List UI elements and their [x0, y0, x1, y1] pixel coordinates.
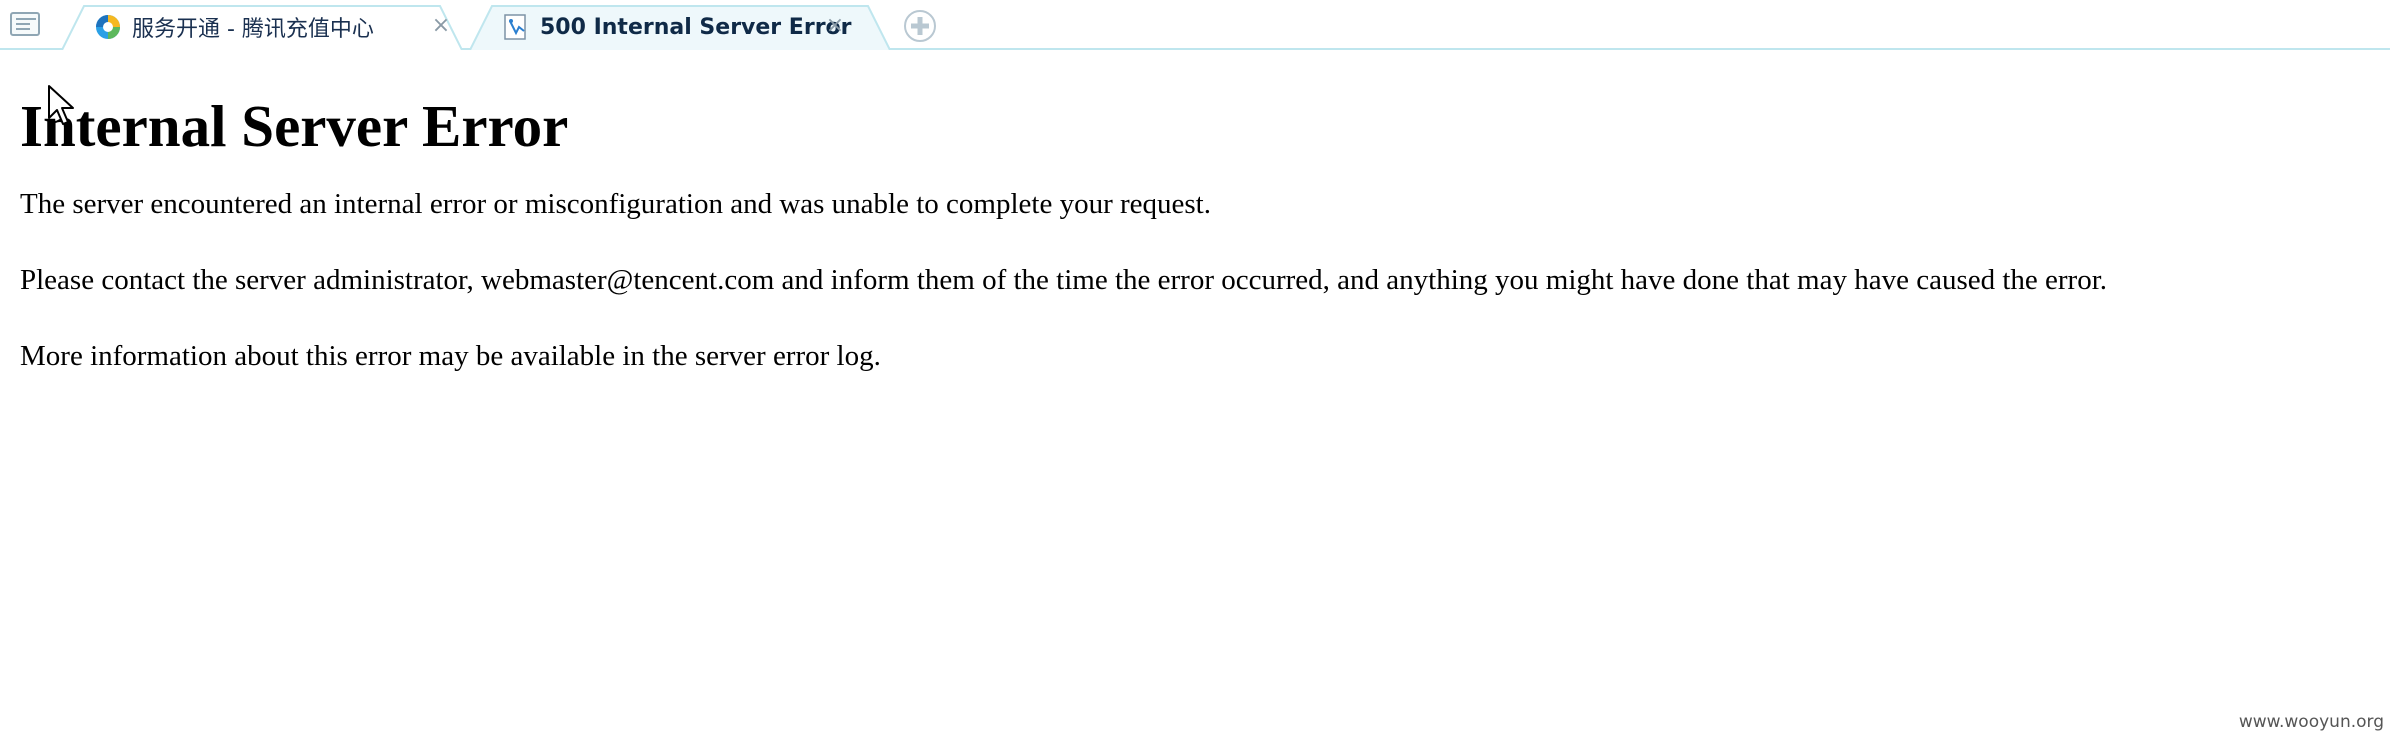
tab-bar: 服务开通 - 腾讯充值中心 × 500 Internal Server Erro… [0, 0, 2390, 50]
page-content: Internal Server Error The server encount… [20, 50, 2370, 374]
watermark: www.wooyun.org [2238, 712, 2384, 732]
plus-circle-icon[interactable] [902, 8, 938, 44]
page-title: Internal Server Error [20, 93, 569, 159]
mouse-cursor-icon [47, 84, 75, 126]
sidebar-toggle-icon[interactable] [10, 12, 40, 36]
tab-title: 500 Internal Server Error [540, 14, 852, 40]
log-paragraph: More information about this error may be… [20, 340, 881, 372]
tab-tencent-recharge[interactable]: 服务开通 - 腾讯充值中心 × [62, 4, 462, 50]
contact-paragraph: Please contact the server administrator,… [20, 264, 2108, 296]
close-tab-icon[interactable]: × [824, 15, 846, 37]
tab-500-error[interactable]: 500 Internal Server Error × [470, 4, 890, 50]
close-tab-icon[interactable]: × [430, 15, 452, 37]
error-paragraph: The server encountered an internal error… [20, 188, 1211, 220]
tencent-logo-icon [94, 13, 122, 41]
tab-title: 服务开通 - 腾讯充值中心 [132, 17, 374, 42]
page-icon [502, 13, 530, 41]
